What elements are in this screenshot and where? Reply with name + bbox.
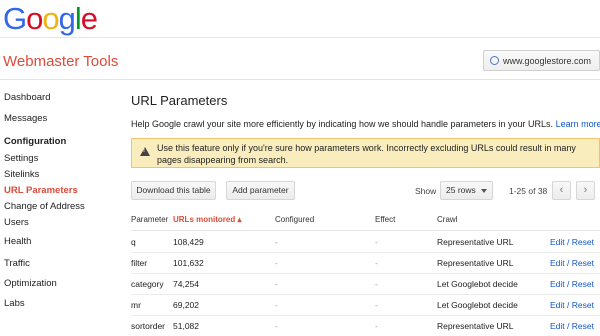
sidebar-item-sitelinks[interactable]: Sitelinks bbox=[4, 169, 39, 180]
column-header-crawl[interactable]: Crawl bbox=[437, 215, 457, 224]
sidebar-item-change-of-address[interactable]: Change of Address bbox=[4, 201, 85, 212]
app-title[interactable]: Webmaster Tools bbox=[3, 53, 118, 70]
table-row: q 108,429 - - Representative URL Edit / … bbox=[131, 231, 600, 253]
urls-monitored-value: 101,632 bbox=[173, 258, 204, 268]
edit-reset-link[interactable]: Edit / Reset bbox=[550, 279, 594, 289]
effect-value: - bbox=[375, 258, 378, 268]
edit-reset-link[interactable]: Edit / Reset bbox=[550, 237, 594, 247]
crawl-value: Let Googlebot decide bbox=[437, 300, 518, 310]
topbar-divider bbox=[0, 37, 600, 38]
table-row: category 74,254 - - Let Googlebot decide… bbox=[131, 273, 600, 295]
learn-more-link[interactable]: Learn more. bbox=[556, 119, 600, 129]
add-parameter-button[interactable]: Add parameter bbox=[226, 181, 295, 200]
sidebar-item-url-parameters[interactable]: URL Parameters bbox=[4, 185, 78, 196]
header-divider bbox=[0, 79, 600, 80]
site-selector[interactable]: www.googlestore.com bbox=[483, 50, 600, 71]
effect-value: - bbox=[375, 237, 378, 247]
effect-value: - bbox=[375, 279, 378, 289]
globe-icon bbox=[490, 56, 499, 65]
download-table-button[interactable]: Download this table bbox=[131, 181, 216, 200]
sidebar-item-dashboard[interactable]: Dashboard bbox=[4, 92, 50, 103]
urls-monitored-value: 74,254 bbox=[173, 279, 199, 289]
site-selector-value: www.googlestore.com bbox=[503, 55, 592, 66]
crawl-value: Representative URL bbox=[437, 237, 514, 247]
param-name: filter bbox=[131, 258, 148, 268]
warning-icon-mark: ! bbox=[143, 148, 145, 154]
warning-text: Use this feature only if you're sure how… bbox=[157, 143, 576, 165]
sidebar-item-traffic[interactable]: Traffic bbox=[4, 258, 30, 269]
crawl-value: Representative URL bbox=[437, 258, 514, 268]
table-header: Parameter URLs monitored ▴ Configured Ef… bbox=[131, 210, 600, 231]
column-header-parameter[interactable]: Parameter bbox=[131, 215, 168, 224]
urls-monitored-value: 108,429 bbox=[173, 237, 204, 247]
configured-value: - bbox=[275, 279, 278, 289]
intro-text: Help Google crawl your site more efficie… bbox=[131, 119, 600, 129]
page-title: URL Parameters bbox=[131, 93, 228, 108]
crawl-value: Let Googlebot decide bbox=[437, 279, 518, 289]
next-page-button[interactable]: › bbox=[576, 181, 595, 200]
edit-reset-link[interactable]: Edit / Reset bbox=[550, 300, 594, 310]
sidebar-item-messages[interactable]: Messages bbox=[4, 113, 47, 124]
column-header-effect[interactable]: Effect bbox=[375, 215, 395, 224]
configured-value: - bbox=[275, 237, 278, 247]
sidebar-section-configuration[interactable]: Configuration bbox=[4, 136, 66, 147]
warning-icon bbox=[140, 147, 150, 156]
warning-banner: ! Use this feature only if you're sure h… bbox=[131, 138, 600, 168]
sidebar-item-users[interactable]: Users bbox=[4, 217, 29, 228]
configured-value: - bbox=[275, 300, 278, 310]
configured-value: - bbox=[275, 258, 278, 268]
google-logo: Google bbox=[3, 1, 98, 36]
rows-per-page-value: 25 rows bbox=[446, 185, 476, 195]
chevron-down-icon bbox=[481, 189, 487, 193]
edit-reset-link[interactable]: Edit / Reset bbox=[550, 258, 594, 268]
param-name: q bbox=[131, 237, 136, 247]
chevron-right-icon: › bbox=[583, 184, 588, 196]
rows-per-page-select[interactable]: 25 rows bbox=[440, 181, 493, 200]
sidebar-item-optimization[interactable]: Optimization bbox=[4, 278, 57, 289]
table-row: mr 69,202 - - Let Googlebot decide Edit … bbox=[131, 294, 600, 316]
chevron-left-icon: ‹ bbox=[559, 184, 564, 196]
urls-monitored-value: 69,202 bbox=[173, 300, 199, 310]
column-header-configured[interactable]: Configured bbox=[275, 215, 314, 224]
param-name: mr bbox=[131, 300, 141, 310]
sidebar-item-health[interactable]: Health bbox=[4, 236, 31, 247]
table-row: filter 101,632 - - Representative URL Ed… bbox=[131, 252, 600, 274]
param-name: category bbox=[131, 279, 164, 289]
column-header-urls-monitored[interactable]: URLs monitored ▴ bbox=[173, 215, 241, 224]
table-row: sortorder 51,082 - - Representative URL … bbox=[131, 315, 600, 336]
sidebar-item-labs[interactable]: Labs bbox=[4, 298, 25, 309]
intro-sentence: Help Google crawl your site more efficie… bbox=[131, 119, 554, 129]
show-label: Show bbox=[415, 186, 437, 196]
page-range: 1-25 of 38 bbox=[509, 186, 548, 196]
sidebar-item-settings[interactable]: Settings bbox=[4, 153, 38, 164]
prev-page-button[interactable]: ‹ bbox=[552, 181, 571, 200]
effect-value: - bbox=[375, 300, 378, 310]
